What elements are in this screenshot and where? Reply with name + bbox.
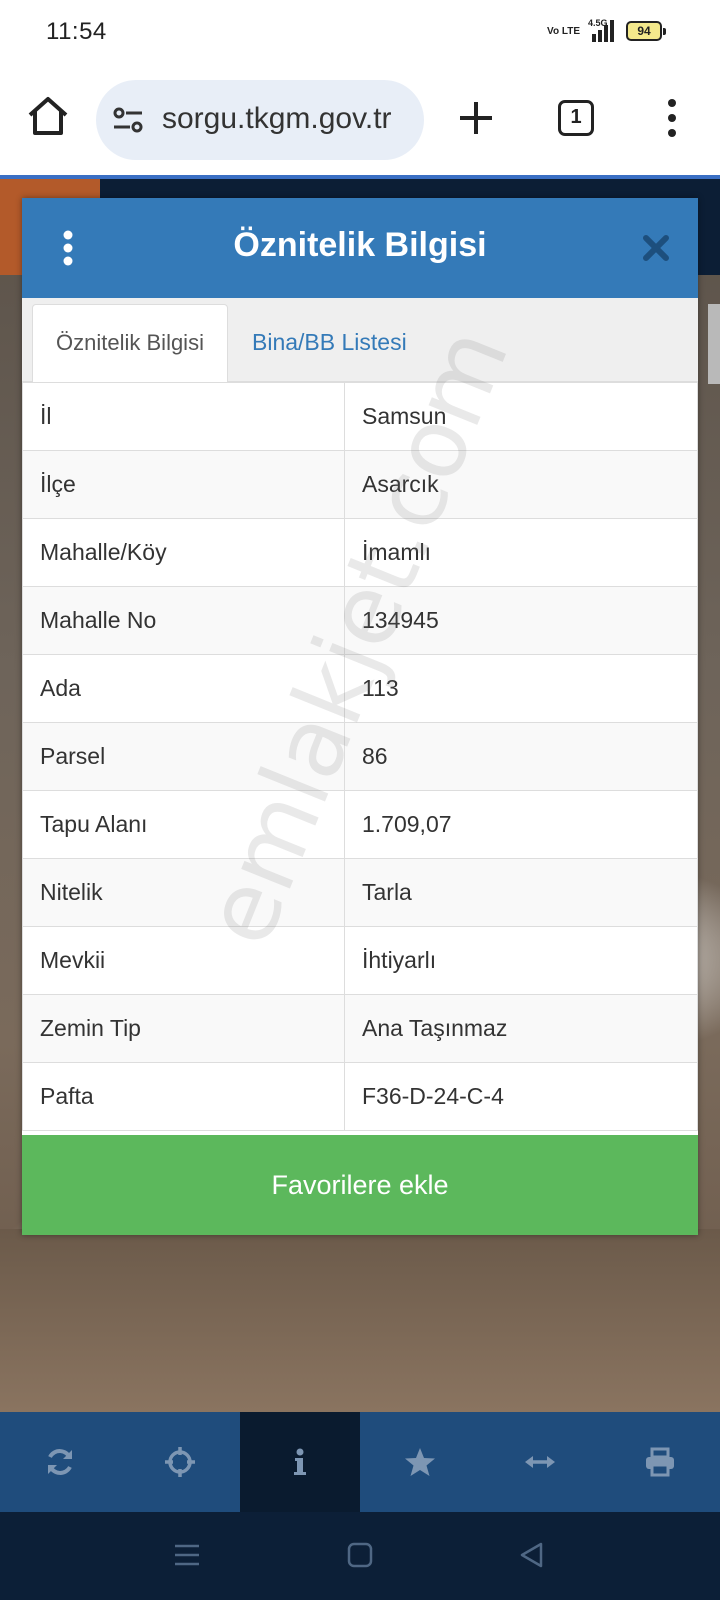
address-bar[interactable]: sorgu.tkgm.gov.tr	[96, 80, 424, 160]
status-time: 11:54	[46, 18, 107, 45]
row-key: Parsel	[22, 722, 345, 791]
system-nav-bar	[0, 1512, 720, 1600]
row-value: 86	[344, 722, 698, 791]
star-icon	[405, 1448, 435, 1476]
back-icon[interactable]	[517, 1540, 547, 1570]
table-row: İl Samsun	[22, 382, 698, 451]
browser-menu-icon[interactable]	[660, 98, 684, 138]
row-value: Asarcık	[344, 450, 698, 519]
map-toolbar	[0, 1412, 720, 1512]
row-key: Ada	[22, 654, 345, 723]
print-button[interactable]	[600, 1412, 720, 1512]
row-key: İl	[22, 382, 345, 451]
row-value: İmamlı	[344, 518, 698, 587]
info-button[interactable]	[240, 1412, 360, 1512]
measure-icon	[525, 1456, 555, 1468]
row-key: Tapu Alanı	[22, 790, 345, 859]
row-value: F36-D-24-C-4	[344, 1062, 698, 1131]
attribute-table: İl Samsun İlçe Asarcık Mahalle/Köy İmamlı M…	[22, 382, 698, 1131]
attribute-info-dialog: Öznitelik Bilgisi Öznitelik Bilgisi Bina…	[22, 198, 698, 1235]
row-key: Zemin Tip	[22, 994, 345, 1063]
volte-icon: Vo LTE	[547, 25, 580, 37]
row-key: Mevkii	[22, 926, 345, 995]
crosshair-icon	[165, 1447, 195, 1477]
tab-building-list[interactable]: Bina/BB Listesi	[252, 304, 407, 382]
url-text[interactable]: sorgu.tkgm.gov.tr	[162, 102, 392, 136]
refresh-icon	[48, 1449, 72, 1475]
tab-attribute-info[interactable]: Öznitelik Bilgisi	[32, 304, 228, 383]
locate-button[interactable]	[120, 1412, 240, 1512]
row-value: 1.709,07	[344, 790, 698, 859]
table-row: Tapu Alanı 1.709,07	[22, 790, 698, 859]
table-row: Ada 113	[22, 654, 698, 723]
row-value: Tarla	[344, 858, 698, 927]
row-key: Mahalle/Köy	[22, 518, 345, 587]
info-icon	[294, 1448, 306, 1475]
browser-toolbar: sorgu.tkgm.gov.tr 1	[0, 64, 720, 176]
recent-apps-icon[interactable]	[172, 1540, 202, 1570]
table-row: Pafta F36-D-24-C-4	[22, 1062, 698, 1131]
dialog-tabs: Öznitelik Bilgisi Bina/BB Listesi	[22, 298, 698, 383]
table-row: Mahalle No 134945	[22, 586, 698, 655]
row-key: Mahalle No	[22, 586, 345, 655]
row-value: 134945	[344, 586, 698, 655]
row-value: 113	[344, 654, 698, 723]
table-row: Mahalle/Köy İmamlı	[22, 518, 698, 587]
dialog-title: Öznitelik Bilgisi	[233, 226, 487, 264]
signal-icon: 4.5G	[588, 18, 614, 42]
status-icons: Vo LTE 4.5G 94	[547, 18, 666, 42]
close-icon[interactable]	[642, 234, 670, 262]
home-nav-icon[interactable]	[345, 1540, 375, 1570]
row-value: İhtiyarlı	[344, 926, 698, 995]
row-value: Samsun	[344, 382, 698, 451]
battery-icon: 94	[626, 21, 666, 41]
add-to-favorites-button[interactable]: Favorilere ekle	[22, 1135, 698, 1235]
battery-level: 94	[637, 24, 651, 38]
refresh-button[interactable]	[0, 1412, 120, 1512]
table-row: Parsel 86	[22, 722, 698, 791]
new-tab-icon[interactable]	[456, 98, 496, 138]
dialog-header: Öznitelik Bilgisi	[22, 198, 698, 298]
row-key: Nitelik	[22, 858, 345, 927]
row-key: İlçe	[22, 450, 345, 519]
row-key: Pafta	[22, 1062, 345, 1131]
table-row: Zemin Tip Ana Taşınmaz	[22, 994, 698, 1063]
table-row: Nitelik Tarla	[22, 858, 698, 927]
table-row: İlçe Asarcık	[22, 450, 698, 519]
map-terrain	[0, 1229, 720, 1412]
site-settings-icon[interactable]	[112, 104, 144, 136]
table-row: Mevkii İhtiyarlı	[22, 926, 698, 995]
status-bar: 11:54 Vo LTE 4.5G 94	[0, 0, 720, 64]
tab-switcher-button[interactable]: 1	[558, 100, 594, 136]
favorites-button[interactable]	[360, 1412, 480, 1512]
network-type-label: 4.5G	[588, 18, 608, 28]
home-icon[interactable]	[26, 94, 70, 138]
measure-button[interactable]	[480, 1412, 600, 1512]
row-value: Ana Taşınmaz	[344, 994, 698, 1063]
scrollbar[interactable]	[708, 304, 720, 384]
print-icon	[646, 1447, 674, 1477]
